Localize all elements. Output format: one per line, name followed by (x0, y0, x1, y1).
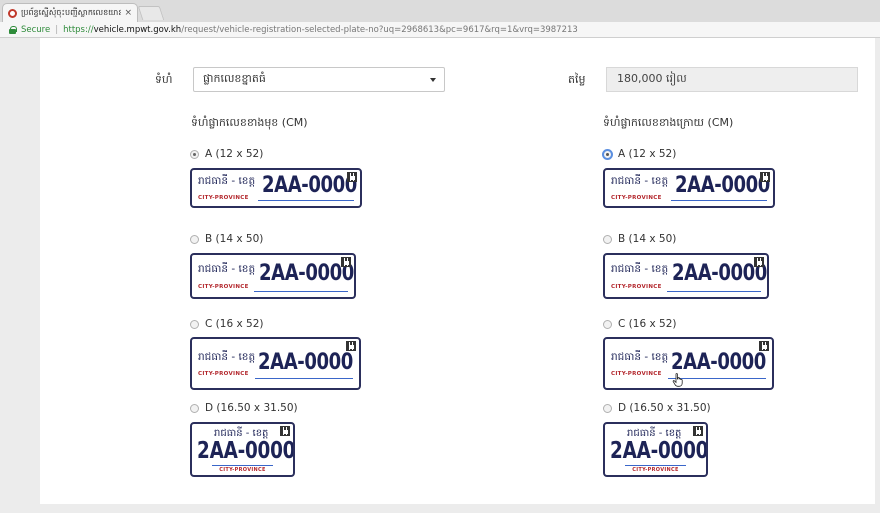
plate-size-select[interactable]: ផ្លាកលេខខ្នាតធំ (193, 67, 445, 92)
url-host: vehicle.mpwt.gov.kh (93, 24, 182, 35)
plate-underline (254, 290, 348, 292)
rear-option-b[interactable]: B (14 x 50) (603, 233, 676, 245)
qr-code-icon (759, 341, 769, 351)
plate-province-km: រាជធានី - ខេត្ត (198, 263, 256, 275)
ministry-logo-icon (8, 8, 17, 18)
front-plate-b[interactable]: រាជធានី - ខេត្ត CITY-PROVINCE 2AA-0000 (190, 253, 356, 299)
qr-code-icon (347, 172, 357, 182)
qr-code-icon (754, 257, 764, 267)
rear-option-c[interactable]: C (16 x 52) (603, 318, 676, 330)
rear-option-d-label: D (16.50 x 31.50) (618, 402, 711, 414)
plate-underline (625, 464, 686, 466)
price-label: តម្លៃ (568, 73, 586, 86)
plate-number: 2AA-0000 (610, 438, 708, 464)
plate-province-km: រាជធានី - ខេត្ត (611, 175, 669, 187)
front-option-c-radio[interactable] (190, 319, 199, 329)
plate-province-en: CITY-PROVINCE (198, 371, 249, 377)
price-value: 180,000 រៀល (617, 71, 687, 85)
rear-plate-a[interactable]: រាជធានី - ខេត្ត CITY-PROVINCE 2AA-0000 (603, 168, 775, 208)
url-path: /request/vehicle-registration-selected-p… (181, 24, 578, 35)
front-option-a[interactable]: A (12 x 52) (190, 148, 263, 160)
plate-number: 2AA-0000 (258, 350, 353, 375)
hand-pointer-icon (672, 373, 683, 387)
rear-option-a[interactable]: A (12 x 52) (602, 148, 677, 160)
size-label: ទំហំ (155, 73, 173, 86)
front-option-d[interactable]: D (16.50 x 31.50) (190, 402, 298, 414)
qr-code-icon (693, 426, 703, 436)
rear-option-d-radio[interactable] (603, 403, 612, 413)
rear-option-c-radio[interactable] (603, 319, 612, 329)
plate-number: 2AA-0000 (197, 438, 295, 464)
plate-province-en: CITY-PROVINCE (611, 284, 662, 290)
front-option-c[interactable]: C (16 x 52) (190, 318, 263, 330)
new-tab-button[interactable] (137, 6, 165, 20)
front-option-b-radio[interactable] (190, 234, 199, 244)
address-separator: | (55, 24, 59, 35)
plate-underline (255, 377, 353, 379)
caret-down-icon (430, 78, 436, 82)
tab-close-icon[interactable]: × (124, 8, 132, 18)
rear-plate-b[interactable]: រាជធានី - ខេត្ត CITY-PROVINCE 2AA-0000 (603, 253, 769, 299)
secure-label: Secure (21, 24, 51, 35)
qr-code-icon (280, 426, 290, 436)
plate-province-en: CITY-PROVINCE (611, 371, 662, 377)
front-plate-a[interactable]: រាជធានី - ខេត្ត CITY-PROVINCE 2AA-0000 (190, 168, 362, 208)
rear-option-a-radio[interactable] (602, 148, 613, 160)
front-option-a-radio[interactable] (190, 149, 199, 159)
plate-number: 2AA-0000 (259, 261, 354, 286)
plate-number: 2AA-0000 (675, 173, 770, 198)
plate-underline (258, 199, 354, 201)
rear-option-b-label: B (14 x 50) (618, 233, 677, 245)
front-option-b-label: B (14 x 50) (205, 233, 264, 245)
front-option-c-label: C (16 x 52) (205, 318, 264, 330)
qr-code-icon (346, 341, 356, 351)
front-option-d-label: D (16.50 x 31.50) (205, 402, 298, 414)
plate-number: 2AA-0000 (262, 173, 357, 198)
qr-code-icon (760, 172, 770, 182)
plate-province-km: រាជធានី - ខេត្ត (611, 351, 669, 363)
url-scheme: https:// (63, 24, 94, 35)
rear-option-c-label: C (16 x 52) (618, 318, 677, 330)
plate-underline (667, 290, 761, 292)
front-option-a-label: A (12 x 52) (205, 148, 264, 160)
rear-option-a-label: A (12 x 52) (618, 148, 677, 160)
front-option-d-radio[interactable] (190, 403, 199, 413)
plate-underline (212, 464, 273, 466)
plate-province-km: រាជធានី - ខេត្ត (198, 175, 256, 187)
rear-plate-title: ទំហំផ្លាកលេខខាងក្រោយ (CM) (603, 116, 734, 129)
plate-size-value: ផ្លាកលេខខ្នាតធំ (203, 71, 266, 85)
rear-option-b-radio[interactable] (603, 234, 612, 244)
rear-plate-d[interactable]: រាជធានី - ខេត្ត 2AA-0000 CITY-PROVINCE (603, 422, 708, 477)
front-plate-d[interactable]: រាជធានី - ខេត្ត 2AA-0000 CITY-PROVINCE (190, 422, 295, 477)
browser-tab-strip: ប្រព័ន្ធស្នើសុំចុះបញ្ជីស្លាកលេខយានយន្ត × (0, 0, 880, 22)
price-field: 180,000 រៀល (606, 67, 858, 92)
browser-tab[interactable]: ប្រព័ន្ធស្នើសុំចុះបញ្ជីស្លាកលេខយានយន្ត × (2, 3, 138, 22)
front-plate-c[interactable]: រាជធានី - ខេត្ត CITY-PROVINCE 2AA-0000 (190, 337, 361, 390)
plate-province-en: CITY-PROVINCE (632, 467, 679, 473)
plate-number: 2AA-0000 (672, 261, 767, 286)
front-plate-title: ទំហំផ្លាកលេខខាងមុខ (CM) (191, 116, 308, 129)
qr-code-icon (341, 257, 351, 267)
plate-underline (671, 199, 767, 201)
plate-province-km: រាជធានី - ខេត្ត (611, 263, 669, 275)
tab-title: ប្រព័ន្ធស្នើសុំចុះបញ្ជីស្លាកលេខយានយន្ត (21, 8, 122, 17)
front-option-b[interactable]: B (14 x 50) (190, 233, 263, 245)
plate-province-en: CITY-PROVINCE (611, 195, 662, 201)
address-bar[interactable]: Secure | https://vehicle.mpwt.gov.kh/req… (0, 22, 880, 38)
plate-province-en: CITY-PROVINCE (219, 467, 266, 473)
rear-option-d[interactable]: D (16.50 x 31.50) (603, 402, 711, 414)
plate-province-en: CITY-PROVINCE (198, 195, 249, 201)
rear-plate-c[interactable]: រាជធានី - ខេត្ត CITY-PROVINCE 2AA-0000 (603, 337, 774, 390)
plate-number: 2AA-0000 (671, 350, 766, 375)
lock-icon (9, 25, 17, 34)
plate-province-en: CITY-PROVINCE (198, 284, 249, 290)
plate-province-km: រាជធានី - ខេត្ត (198, 351, 256, 363)
